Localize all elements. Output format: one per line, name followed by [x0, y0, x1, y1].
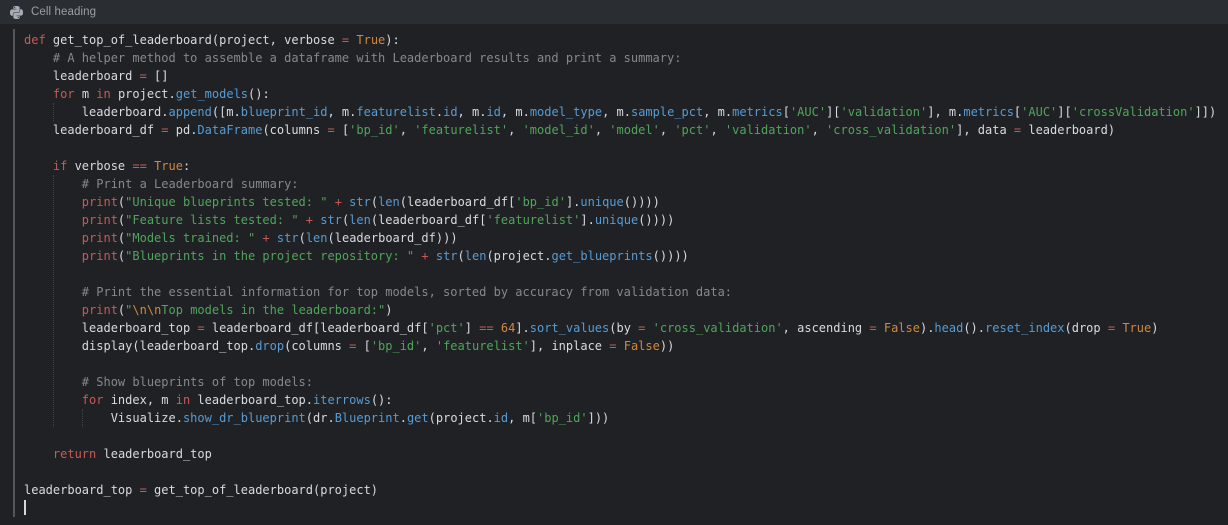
- code-line[interactable]: display(leaderboard_top.drop(columns = […: [24, 337, 1228, 355]
- code-line[interactable]: print("\n\nTop models in the leaderboard…: [24, 301, 1228, 319]
- code-editor[interactable]: def get_top_of_leaderboard(project, verb…: [0, 24, 1228, 517]
- code-line[interactable]: [24, 427, 1228, 445]
- cell-header: Cell heading: [0, 0, 1228, 24]
- code-line[interactable]: [24, 139, 1228, 157]
- cell-gutter-line: [13, 29, 15, 517]
- code-line[interactable]: for index, m in leaderboard_top.iterrows…: [24, 391, 1228, 409]
- code-line[interactable]: # Show blueprints of top models:: [24, 373, 1228, 391]
- code-line[interactable]: return leaderboard_top: [24, 445, 1228, 463]
- code-line[interactable]: def get_top_of_leaderboard(project, verb…: [24, 31, 1228, 49]
- code-line[interactable]: leaderboard.append([m.blueprint_id, m.fe…: [24, 103, 1228, 121]
- code-line[interactable]: # Print a Leaderboard summary:: [24, 175, 1228, 193]
- code-line[interactable]: leaderboard = []: [24, 67, 1228, 85]
- indent-guide: [53, 103, 54, 121]
- code-line[interactable]: [24, 265, 1228, 283]
- indent-guide: [53, 175, 54, 427]
- code-line[interactable]: leaderboard_top = leaderboard_df[leaderb…: [24, 319, 1228, 337]
- cell-heading-label: Cell heading: [31, 6, 96, 18]
- text-cursor: [24, 500, 26, 515]
- code-line[interactable]: # Print the essential information for to…: [24, 283, 1228, 301]
- code-line[interactable]: for m in project.get_models():: [24, 85, 1228, 103]
- code-line[interactable]: [24, 355, 1228, 373]
- code-line[interactable]: # A helper method to assemble a datafram…: [24, 49, 1228, 67]
- code-line[interactable]: print("Unique blueprints tested: " + str…: [24, 193, 1228, 211]
- notebook-cell: Cell heading def get_top_of_leaderboard(…: [0, 0, 1228, 525]
- code-line[interactable]: Visualize.show_dr_blueprint(dr.Blueprint…: [24, 409, 1228, 427]
- code-line[interactable]: [24, 499, 1228, 517]
- code-line[interactable]: print("Blueprints in the project reposit…: [24, 247, 1228, 265]
- code-line[interactable]: leaderboard_top = get_top_of_leaderboard…: [24, 481, 1228, 499]
- code-line[interactable]: leaderboard_df = pd.DataFrame(columns = …: [24, 121, 1228, 139]
- python-icon: [10, 6, 23, 19]
- code-line[interactable]: print("Models trained: " + str(len(leade…: [24, 229, 1228, 247]
- code-lines: def get_top_of_leaderboard(project, verb…: [24, 31, 1228, 517]
- code-line[interactable]: [24, 463, 1228, 481]
- code-line[interactable]: print("Feature lists tested: " + str(len…: [24, 211, 1228, 229]
- code-line[interactable]: if verbose == True:: [24, 157, 1228, 175]
- indent-guide: [82, 409, 83, 427]
